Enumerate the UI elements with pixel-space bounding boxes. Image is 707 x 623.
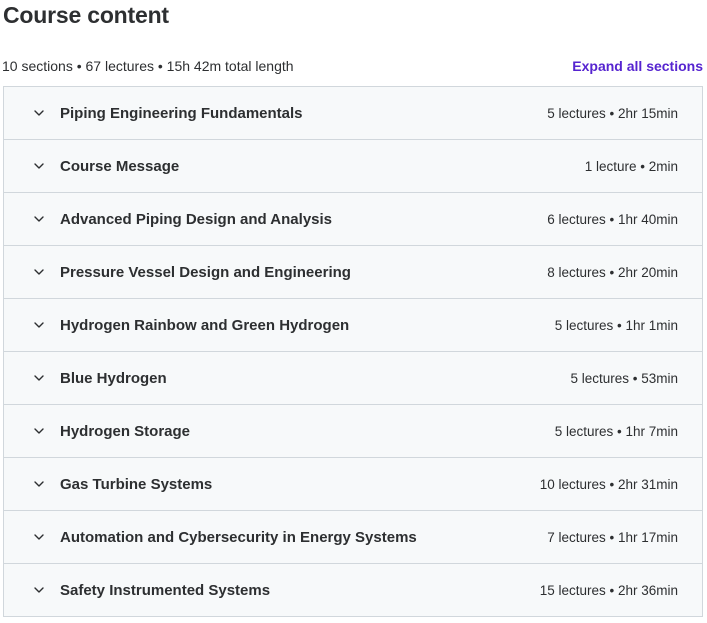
section-row[interactable]: Piping Engineering Fundamentals 5 lectur… <box>4 87 702 140</box>
section-row[interactable]: Course Message 1 lecture • 2min <box>4 140 702 193</box>
section-info: 5 lectures • 1hr 1min <box>554 317 678 333</box>
chevron-down-icon <box>32 477 46 491</box>
section-info: 10 lectures • 2hr 31min <box>539 476 678 492</box>
section-info: 5 lectures • 1hr 7min <box>554 423 678 439</box>
section-info: 6 lectures • 1hr 40min <box>547 211 678 227</box>
course-summary: 10 sections • 67 lectures • 15h 42m tota… <box>2 58 294 74</box>
course-summary-row: 10 sections • 67 lectures • 15h 42m tota… <box>2 57 703 75</box>
section-title: Course Message <box>60 157 180 175</box>
chevron-down-icon <box>32 212 46 226</box>
section-row[interactable]: Hydrogen Storage 5 lectures • 1hr 7min <box>4 405 702 458</box>
section-info: 5 lectures • 2hr 15min <box>547 105 678 121</box>
page-title: Course content <box>3 2 169 28</box>
section-row[interactable]: Pressure Vessel Design and Engineering 8… <box>4 246 702 299</box>
section-row[interactable]: Safety Instrumented Systems 15 lectures … <box>4 564 702 616</box>
section-info: 1 lecture • 2min <box>584 158 678 174</box>
section-title: Hydrogen Rainbow and Green Hydrogen <box>60 316 350 334</box>
chevron-down-icon <box>32 371 46 385</box>
section-info: 8 lectures • 2hr 20min <box>547 264 678 280</box>
chevron-down-icon <box>32 424 46 438</box>
section-row[interactable]: Advanced Piping Design and Analysis 6 le… <box>4 193 702 246</box>
section-info: 5 lectures • 53min <box>570 370 678 386</box>
section-info: 15 lectures • 2hr 36min <box>539 582 678 598</box>
section-row[interactable]: Gas Turbine Systems 10 lectures • 2hr 31… <box>4 458 702 511</box>
expand-all-sections-button[interactable]: Expand all sections <box>572 58 703 74</box>
section-row[interactable]: Automation and Cybersecurity in Energy S… <box>4 511 702 564</box>
section-row[interactable]: Blue Hydrogen 5 lectures • 53min <box>4 352 702 405</box>
section-title: Gas Turbine Systems <box>60 475 213 493</box>
section-title: Automation and Cybersecurity in Energy S… <box>60 528 417 546</box>
chevron-down-icon <box>32 530 46 544</box>
section-list: Piping Engineering Fundamentals 5 lectur… <box>3 86 703 617</box>
section-title: Pressure Vessel Design and Engineering <box>60 263 351 281</box>
section-info: 7 lectures • 1hr 17min <box>547 529 678 545</box>
chevron-down-icon <box>32 106 46 120</box>
chevron-down-icon <box>32 318 46 332</box>
chevron-down-icon <box>32 583 46 597</box>
section-row[interactable]: Hydrogen Rainbow and Green Hydrogen 5 le… <box>4 299 702 352</box>
section-title: Hydrogen Storage <box>60 422 191 440</box>
course-content-panel: Course content 10 sections • 67 lectures… <box>0 0 707 623</box>
chevron-down-icon <box>32 159 46 173</box>
chevron-down-icon <box>32 265 46 279</box>
section-title: Safety Instrumented Systems <box>60 581 271 599</box>
section-title: Advanced Piping Design and Analysis <box>60 210 333 228</box>
section-title: Blue Hydrogen <box>60 369 167 387</box>
section-title: Piping Engineering Fundamentals <box>60 104 303 122</box>
